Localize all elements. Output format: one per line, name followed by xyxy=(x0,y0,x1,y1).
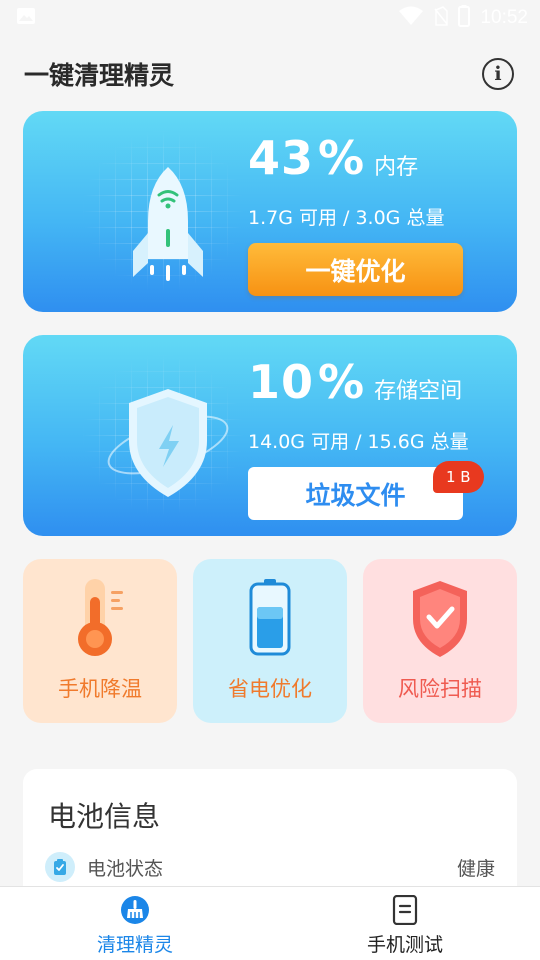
broom-icon xyxy=(0,895,270,925)
status-indicators: 10:52 xyxy=(398,5,528,31)
memory-percent: 43 xyxy=(248,131,315,185)
risk-scan-tile[interactable]: 风险扫描 xyxy=(363,559,517,723)
memory-percent-unit: % xyxy=(318,131,365,185)
storage-label: 存储空间 xyxy=(374,379,463,404)
storage-percent: 10 xyxy=(248,355,315,409)
nav-label-phone-test: 手机测试 xyxy=(366,934,443,956)
junk-size-badge: 1 B xyxy=(433,461,484,493)
memory-percent-line: 43 % 内存 xyxy=(248,131,418,185)
battery-info-title: 电池信息 xyxy=(48,800,161,833)
info-icon: i xyxy=(494,63,502,85)
status-time: 10:52 xyxy=(480,7,528,28)
shield-lightning-icon xyxy=(93,375,243,519)
phone-cooling-tile[interactable]: 手机降温 xyxy=(23,559,177,723)
optimize-button[interactable]: 一键优化 xyxy=(248,243,463,296)
status-bar: 10:52 xyxy=(0,0,540,36)
battery-status-label: 电池状态 xyxy=(87,857,164,880)
memory-card[interactable]: 43 % 内存 1.7G 可用 / 3.0G 总量 一键优化 xyxy=(23,111,517,312)
power-saving-label: 省电优化 xyxy=(228,677,312,701)
nav-item-clean[interactable]: 清理精灵 xyxy=(0,887,270,960)
power-saving-tile[interactable]: 省电优化 xyxy=(193,559,347,723)
storage-card[interactable]: 10 % 存储空间 14.0G 可用 / 15.6G 总量 垃圾文件 1 B xyxy=(23,335,517,536)
info-button[interactable]: i xyxy=(482,58,514,90)
battery-icon xyxy=(193,575,347,661)
phone-cooling-label: 手机降温 xyxy=(58,677,142,701)
junk-files-button[interactable]: 垃圾文件 xyxy=(248,467,463,520)
app-header: 一键清理精灵 i xyxy=(0,50,540,98)
risk-scan-label: 风险扫描 xyxy=(398,677,482,701)
battery-status-bar-icon xyxy=(458,5,471,31)
storage-percent-line: 10 % 存储空间 xyxy=(248,355,462,409)
shield-check-icon xyxy=(363,575,517,661)
rocket-icon xyxy=(93,151,243,295)
gallery-notification-icon xyxy=(16,6,36,30)
memory-label: 内存 xyxy=(374,155,419,180)
storage-usage: 14.0G 可用 / 15.6G 总量 xyxy=(248,431,469,453)
thermometer-icon xyxy=(23,575,177,661)
tool-tiles: 手机降温 省电优化 风险扫描 xyxy=(23,559,517,723)
bottom-navigation: 清理精灵 手机测试 xyxy=(0,886,540,960)
no-sim-icon xyxy=(434,6,449,30)
battery-status-value: 健康 xyxy=(456,857,495,880)
wifi-icon xyxy=(398,6,424,30)
battery-status-icon xyxy=(45,852,75,882)
memory-usage: 1.7G 可用 / 3.0G 总量 xyxy=(248,207,445,229)
page-title: 一键清理精灵 xyxy=(24,61,175,90)
storage-percent-unit: % xyxy=(318,355,365,409)
battery-status-row: 电池状态 健康 xyxy=(45,851,495,883)
document-icon xyxy=(270,895,540,925)
nav-label-clean: 清理精灵 xyxy=(96,934,173,956)
nav-item-phone-test[interactable]: 手机测试 xyxy=(270,887,540,960)
